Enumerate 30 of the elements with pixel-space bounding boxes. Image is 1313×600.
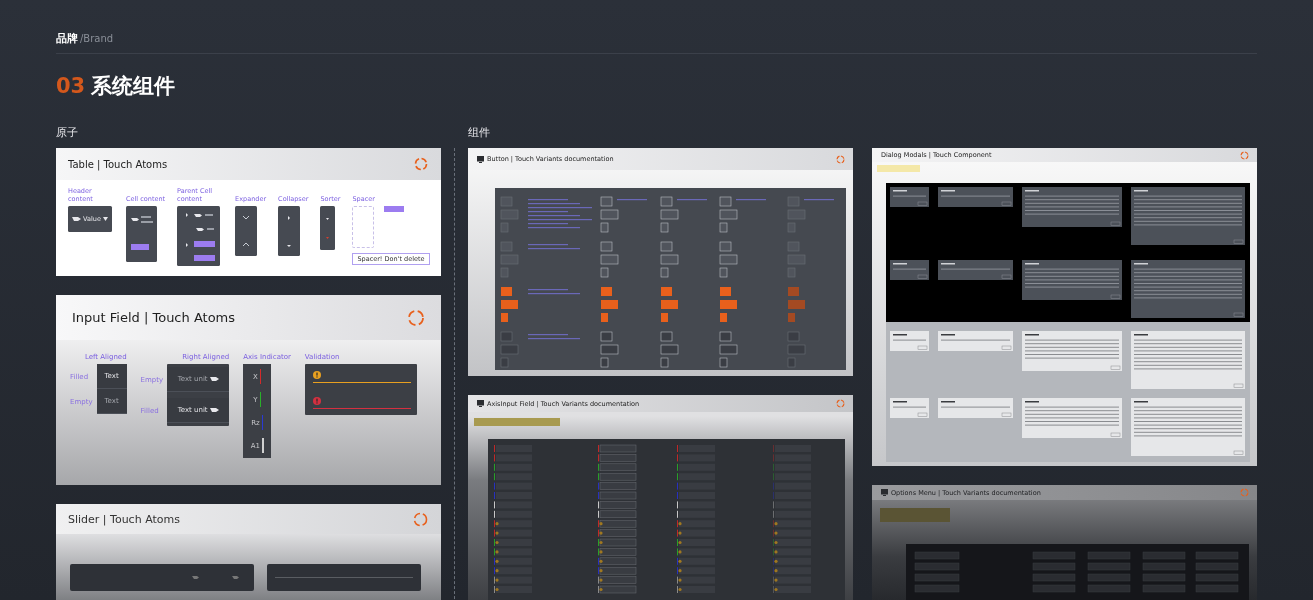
ring-icon xyxy=(414,157,428,171)
section-number: 03 xyxy=(56,74,86,98)
section-title: 系统组件 xyxy=(91,73,176,100)
hand-icon xyxy=(209,407,219,414)
card-title: Slider | Touch Atoms xyxy=(68,512,180,526)
collapser-drawing xyxy=(278,206,301,256)
column-label: 组件 xyxy=(468,124,490,140)
breadcrumb-subtitle: /Brand xyxy=(80,33,114,44)
card-title: Table | Touch Atoms xyxy=(68,158,168,170)
card-title: Input Field | Touch Atoms xyxy=(72,310,236,325)
caret-icon xyxy=(102,217,108,221)
ring-icon xyxy=(836,399,845,408)
ring-icon xyxy=(836,154,845,164)
label-chip xyxy=(384,206,405,212)
ring-icon xyxy=(407,308,425,327)
expander-drawing xyxy=(235,206,258,256)
column-label: 原子 xyxy=(56,124,78,140)
ring-icon xyxy=(413,511,428,527)
ring-icon xyxy=(1240,488,1249,497)
breadcrumb-title: 品牌 xyxy=(56,31,78,46)
hand-icon xyxy=(209,376,219,383)
sorter-drawing xyxy=(320,206,336,250)
monitor-icon xyxy=(477,155,484,163)
monitor-icon xyxy=(881,489,888,496)
spacer-outline xyxy=(352,206,375,248)
hand-icon xyxy=(72,216,82,222)
parent-cell-drawing xyxy=(177,206,221,266)
monitor-icon xyxy=(477,400,484,407)
cell-content-drawing xyxy=(126,206,157,262)
ring-icon xyxy=(1240,150,1249,160)
